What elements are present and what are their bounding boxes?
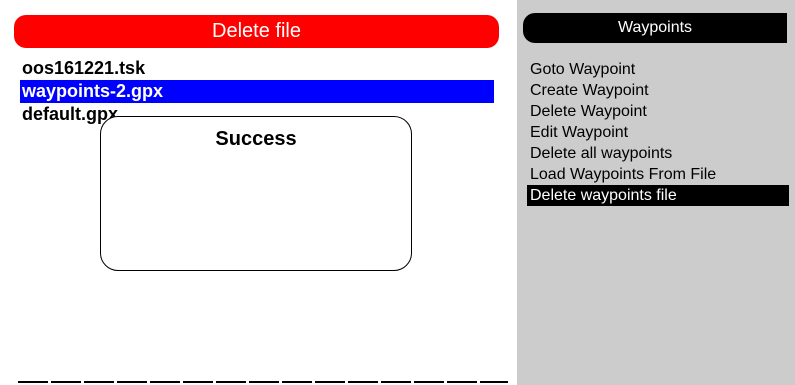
waypoints-menu-list: Goto Waypoint Create Waypoint Delete Way… [527, 59, 789, 206]
waypoints-menu-title: Waypoints [523, 13, 787, 43]
menu-item-create-waypoint[interactable]: Create Waypoint [527, 80, 789, 101]
menu-item-load-waypoints-from-file[interactable]: Load Waypoints From File [527, 164, 789, 185]
file-item-oos161221-tsk[interactable]: oos161221.tsk [20, 57, 494, 80]
menu-item-delete-all-waypoints[interactable]: Delete all waypoints [527, 143, 789, 164]
success-message: Success [215, 128, 297, 150]
delete-file-panel: Delete file oos161221.tsk waypoints-2.gp… [0, 0, 517, 385]
bottom-divider [18, 381, 508, 383]
menu-item-goto-waypoint[interactable]: Goto Waypoint [527, 59, 789, 80]
menu-item-delete-waypoints-file[interactable]: Delete waypoints file [527, 185, 789, 206]
menu-item-edit-waypoint[interactable]: Edit Waypoint [527, 122, 789, 143]
menu-item-delete-waypoint[interactable]: Delete Waypoint [527, 101, 789, 122]
success-dialog[interactable]: Success [100, 116, 412, 271]
waypoints-menu-panel: Waypoints Goto Waypoint Create Waypoint … [517, 0, 795, 385]
file-item-waypoints-2-gpx[interactable]: waypoints-2.gpx [20, 80, 494, 103]
delete-file-title: Delete file [14, 15, 499, 48]
